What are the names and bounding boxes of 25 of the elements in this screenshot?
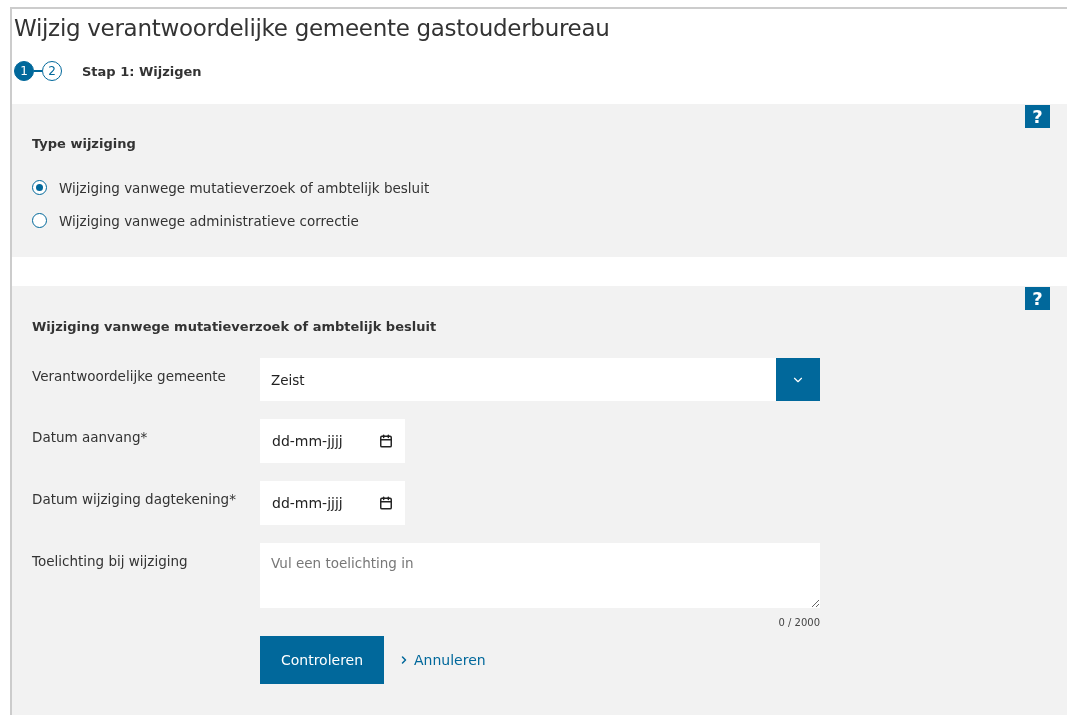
radio-option[interactable]: Wijziging vanwege administratieve correctie	[32, 204, 1047, 237]
date-field[interactable]: dd-mm-jjjj	[260, 419, 405, 463]
submit-button[interactable]: Controleren	[260, 636, 384, 684]
help-button[interactable]: ?	[1025, 287, 1050, 310]
date-field[interactable]: dd-mm-jjjj	[260, 481, 405, 525]
step-indicator: 1	[14, 61, 34, 81]
field-label: Datum aanvang*	[32, 428, 149, 447]
calendar-icon[interactable]	[379, 434, 393, 448]
field-label: Verantwoordelijke gemeente	[32, 367, 227, 386]
step-title: Stap 1: Wijzigen	[82, 63, 202, 79]
page-title: Wijzig verantwoordelijke gemeente gastouderbureau	[14, 15, 611, 41]
radio-option[interactable]: Wijziging vanwege mutatieverzoek of ambtelijk besluit	[32, 171, 1047, 204]
radio-icon[interactable]	[32, 180, 47, 195]
field-label: Datum wijziging dagtekening*	[32, 490, 237, 509]
textarea-field[interactable]: Vul een toelichting in	[260, 543, 820, 608]
cancel-link[interactable]: Annuleren	[398, 652, 486, 668]
radio-icon[interactable]	[32, 213, 47, 228]
help-button[interactable]: ?	[1025, 105, 1050, 128]
step-indicator: 2	[42, 61, 62, 81]
calendar-icon[interactable]	[379, 496, 393, 510]
section-heading: Wijziging vanwege mutatieverzoek of ambtelijk besluit	[32, 319, 438, 334]
section-heading: Type wijziging	[32, 136, 137, 151]
field-label: Toelichting bij wijziging	[32, 552, 189, 571]
select-field[interactable]: Zeist	[260, 358, 820, 401]
character-counter: 0 / 2000	[777, 617, 820, 628]
